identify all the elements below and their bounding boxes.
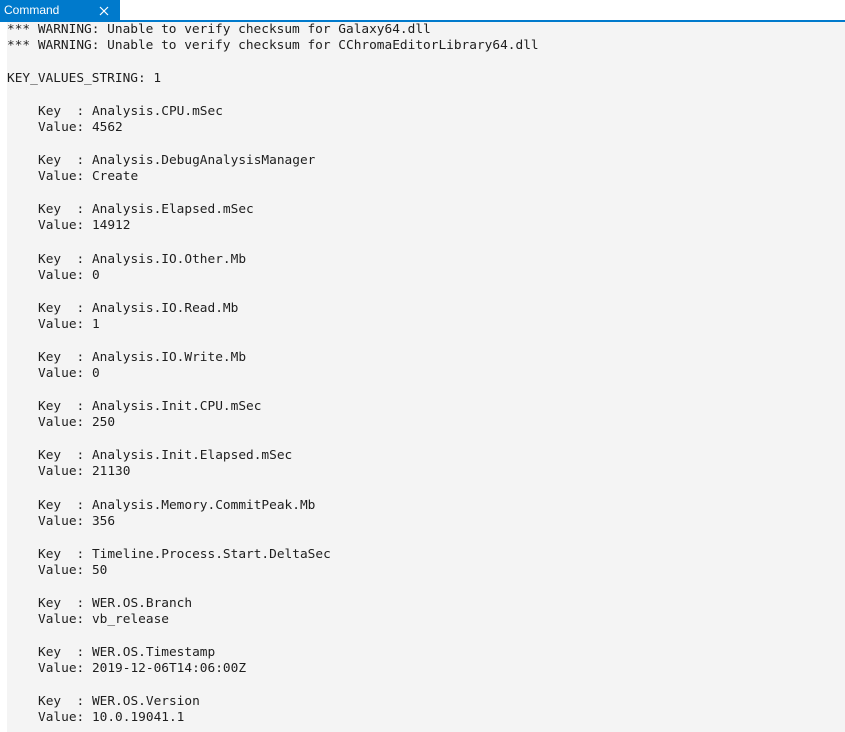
value-text: 2019-12-06T14:06:00Z — [91, 661, 247, 676]
kv-value-line: Value: vb_release — [38, 612, 169, 628]
kv-key-line: Key : Analysis.CPU.mSec — [38, 104, 223, 120]
value-text: 14912 — [91, 218, 131, 233]
value-prefix: Value: — [38, 514, 92, 529]
kv-key-line: Key : Analysis.IO.Other.Mb — [38, 252, 246, 268]
key-text: Analysis.Init.Elapsed.mSec — [91, 448, 293, 463]
key-text: Analysis.IO.Other.Mb — [91, 252, 247, 267]
tab-label: Command — [4, 3, 60, 17]
key-text: Analysis.Elapsed.mSec — [91, 202, 254, 217]
kv-header: KEY_VALUES_STRING: 1 — [7, 71, 162, 86]
key-prefix: Key : — [38, 252, 92, 267]
key-prefix: Key : — [38, 498, 92, 513]
close-icon[interactable] — [96, 3, 112, 19]
tab-strip: Command — [0, 0, 845, 22]
value-prefix: Value: — [38, 218, 92, 233]
command-output[interactable]: *** WARNING: Unable to verify checksum f… — [7, 22, 845, 732]
kv-key-line: Key : WER.OS.Timestamp — [38, 645, 215, 661]
key-prefix: Key : — [38, 301, 92, 316]
kv-key-line: Key : Analysis.Elapsed.mSec — [38, 202, 254, 218]
value-prefix: Value: — [38, 317, 92, 332]
kv-key-line: Key : Timeline.Process.Start.DeltaSec — [38, 547, 331, 563]
value-text: vb_release — [91, 612, 169, 627]
value-text: 1 — [91, 317, 100, 332]
key-prefix: Key : — [38, 350, 92, 365]
warning-line: *** WARNING: Unable to verify checksum f… — [7, 38, 539, 53]
value-prefix: Value: — [38, 710, 92, 725]
key-text: Analysis.Init.CPU.mSec — [91, 399, 262, 414]
kv-value-line: Value: 0 — [38, 366, 100, 382]
value-text: 356 — [91, 514, 116, 529]
value-prefix: Value: — [38, 563, 92, 578]
kv-key-line: Key : WER.OS.Version — [38, 694, 200, 710]
key-prefix: Key : — [38, 153, 92, 168]
key-prefix: Key : — [38, 645, 92, 660]
kv-value-line: Value: 14912 — [38, 218, 130, 234]
kv-value-line: Value: 4562 — [38, 120, 123, 136]
key-text: Analysis.CPU.mSec — [91, 104, 223, 119]
key-text: WER.OS.Timestamp — [91, 645, 216, 660]
kv-key-line: Key : Analysis.IO.Write.Mb — [38, 350, 246, 366]
value-prefix: Value: — [38, 366, 92, 381]
kv-value-line: Value: Create — [38, 169, 138, 185]
key-text: Analysis.Memory.CommitPeak.Mb — [91, 498, 316, 513]
value-prefix: Value: — [38, 415, 92, 430]
tab-command[interactable]: Command — [0, 0, 120, 22]
kv-value-line: Value: 50 — [38, 563, 107, 579]
kv-key-line: Key : Analysis.Init.CPU.mSec — [38, 399, 261, 415]
kv-key-line: Key : Analysis.Init.Elapsed.mSec — [38, 448, 292, 464]
key-text: Analysis.IO.Read.Mb — [91, 301, 239, 316]
key-prefix: Key : — [38, 448, 92, 463]
kv-value-line: Value: 1 — [38, 317, 100, 333]
key-prefix: Key : — [38, 104, 92, 119]
kv-value-line: Value: 0 — [38, 268, 100, 284]
value-text: 0 — [91, 268, 100, 283]
value-text: 250 — [91, 415, 116, 430]
key-prefix: Key : — [38, 202, 92, 217]
value-text: Create — [91, 169, 139, 184]
kv-key-line: Key : WER.OS.Branch — [38, 596, 192, 612]
kv-key-line: Key : Analysis.IO.Read.Mb — [38, 301, 238, 317]
value-prefix: Value: — [38, 464, 92, 479]
key-text: WER.OS.Version — [91, 694, 200, 709]
key-text: Analysis.IO.Write.Mb — [91, 350, 247, 365]
key-text: Analysis.DebugAnalysisManager — [91, 153, 316, 168]
value-prefix: Value: — [38, 268, 92, 283]
kv-key-line: Key : Analysis.DebugAnalysisManager — [38, 153, 315, 169]
key-prefix: Key : — [38, 547, 92, 562]
key-prefix: Key : — [38, 596, 92, 611]
kv-value-line: Value: 250 — [38, 415, 115, 431]
value-text: 4562 — [91, 120, 123, 135]
key-text: Timeline.Process.Start.DeltaSec — [91, 547, 331, 562]
value-prefix: Value: — [38, 661, 92, 676]
kv-value-line: Value: 2019-12-06T14:06:00Z — [38, 661, 246, 677]
value-prefix: Value: — [38, 169, 92, 184]
value-prefix: Value: — [38, 612, 92, 627]
kv-value-line: Value: 356 — [38, 514, 115, 530]
value-text: 21130 — [91, 464, 131, 479]
key-prefix: Key : — [38, 399, 92, 414]
value-text: 10.0.19041.1 — [91, 710, 185, 725]
key-text: WER.OS.Branch — [91, 596, 193, 611]
warning-line: *** WARNING: Unable to verify checksum f… — [7, 22, 431, 37]
key-prefix: Key : — [38, 694, 92, 709]
value-prefix: Value: — [38, 120, 92, 135]
value-text: 50 — [91, 563, 108, 578]
value-text: 0 — [91, 366, 100, 381]
kv-value-line: Value: 21130 — [38, 464, 130, 480]
kv-value-line: Value: 10.0.19041.1 — [38, 710, 184, 726]
kv-key-line: Key : Analysis.Memory.CommitPeak.Mb — [38, 498, 315, 514]
